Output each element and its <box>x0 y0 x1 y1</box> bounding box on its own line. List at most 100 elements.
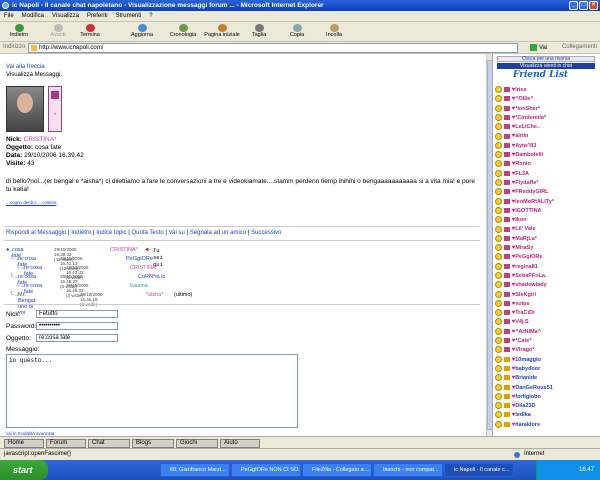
minimize-button[interactable]: _ <box>569 1 578 10</box>
quote-link[interactable]: Quota Testo <box>131 230 163 236</box>
user-list-item[interactable]: ♥FL3A <box>495 169 599 179</box>
user-list-item[interactable]: ♥MiraSy <box>495 244 599 253</box>
user-list-item[interactable]: ♥*IonSher* <box>495 104 599 114</box>
user-list-item[interactable]: ♥IGOTTINA <box>495 206 599 216</box>
smiley-icon <box>495 290 502 298</box>
task-button[interactable]: bianchi - non compat... <box>373 463 443 477</box>
user-list-item[interactable]: ♥Dila23D <box>495 402 599 411</box>
user-list-item[interactable]: ♥Ronin <box>495 160 599 169</box>
user-list-item[interactable]: ♥*Cate* <box>495 337 599 346</box>
user-list-item[interactable]: ♥Bambolelli <box>495 151 599 160</box>
subject-input[interactable] <box>36 334 118 342</box>
home-button[interactable]: Pagina iniziale <box>202 24 242 40</box>
go-button[interactable]: Vai <box>530 43 547 53</box>
menu-favorites[interactable]: Preferiti <box>83 11 112 22</box>
back-link[interactable]: Indietro <box>71 230 91 236</box>
user-name: SebaFFoLa. <box>515 272 547 279</box>
user-list: ♥Iriss ♥^Ollie^ ♥*IonSher* ♥*Cinderella*… <box>495 86 599 430</box>
user-list-item[interactable]: ♥10maggio <box>495 355 599 365</box>
copy-button[interactable]: Copia <box>286 24 308 40</box>
next-link[interactable]: Successivo <box>251 230 281 236</box>
task-button[interactable]: PeGgIORe NON CI SO... <box>231 463 301 477</box>
user-list-item[interactable]: ♥LeLiChe.. <box>495 123 599 132</box>
message-textarea[interactable]: io questo... <box>6 354 298 428</box>
menu-file[interactable]: File <box>0 11 18 22</box>
stop-button[interactable]: Termina <box>78 24 102 40</box>
refresh-button[interactable]: Aggiorna <box>128 24 156 40</box>
back-button[interactable]: Indietro <box>4 24 34 40</box>
user-list-item[interactable]: ♥MaRjLa* <box>495 234 599 244</box>
user-list-item[interactable]: ♥^Ollie^ <box>495 95 599 104</box>
home-icon <box>217 24 227 32</box>
user-list-item[interactable]: ♥DanGeRous51 <box>495 383 599 393</box>
goto-arrow-link[interactable]: Vai alla freccia <box>6 64 45 70</box>
user-list-item[interactable]: ♥leoMoRtALiTy* <box>495 197 599 207</box>
user-list-item[interactable]: ♥Flydaffe* <box>495 179 599 188</box>
user-list-item[interactable]: ♥*Cinderella* <box>495 113 599 123</box>
links-button[interactable]: Collegamenti <box>562 44 597 50</box>
report-link[interactable]: Segnala ad un amico <box>190 230 246 236</box>
smiley-icon <box>495 216 502 224</box>
go-up-link[interactable]: Vai su <box>169 230 185 236</box>
user-list-item[interactable]: ♥forfiglobo <box>495 392 599 402</box>
nick-input[interactable] <box>36 310 118 318</box>
user-list-item[interactable]: ♥PeGgIORe <box>495 253 599 262</box>
user-list-item[interactable]: ♥babydoor <box>495 364 599 374</box>
user-list-item[interactable]: ♥regina81 <box>495 262 599 272</box>
user-list-item[interactable]: ♥alriin <box>495 132 599 141</box>
user-name: Flydaffe* <box>515 179 539 186</box>
user-list-item[interactable]: ♥Ikon <box>495 216 599 225</box>
user-list-item[interactable]: ♥vulps <box>495 299 599 309</box>
system-tray: 16.47 <box>536 460 600 480</box>
tab-forum[interactable]: Forum <box>46 439 86 448</box>
user-name: ledlka <box>515 412 531 419</box>
cut-button[interactable]: Taglia <box>248 24 270 40</box>
close-button[interactable]: × <box>589 1 598 10</box>
tab-games[interactable]: Giochi <box>176 439 218 448</box>
address-input[interactable]: http://www.icnapoli.com/ <box>28 43 518 53</box>
tab-home[interactable]: Home <box>4 439 44 448</box>
smiley-icon <box>495 420 502 428</box>
user-name: DanGeRous51 <box>515 384 553 391</box>
post-author[interactable]: CRISTINA* <box>24 136 57 143</box>
view-users-link[interactable]: Visualizza utenti in chat <box>497 63 595 69</box>
user-list-item[interactable]: ♥Ayta^83 <box>495 141 599 151</box>
tab-chat[interactable]: Chat <box>88 439 130 448</box>
user-list-item[interactable]: ♥V4j.S <box>495 318 599 327</box>
smiley-icon <box>495 179 502 187</box>
user-list-item[interactable]: ♥Lil' Vale <box>495 225 599 234</box>
maximize-button[interactable]: □ <box>579 1 588 10</box>
window-title-bar[interactable]: ic Napoli - Il canale chat napoletano - … <box>0 0 600 11</box>
task-button-active[interactable]: ic Napoli - Il canale c... <box>444 463 514 477</box>
smiley-icon <box>495 151 502 159</box>
user-list-item[interactable]: ♥Vlrago* <box>495 346 599 355</box>
history-button[interactable]: Cronologia <box>168 24 198 40</box>
smiley-icon <box>495 225 502 233</box>
user-list-item[interactable]: ♥^ArNiMa^ <box>495 327 599 337</box>
user-list-item[interactable]: ♥haraklors <box>495 420 599 430</box>
start-button[interactable]: start <box>0 460 48 480</box>
user-list-item[interactable]: ♥SleKgirl <box>495 290 599 300</box>
task-button[interactable]: FileZilla - Collegato a ... <box>302 463 372 477</box>
password-input[interactable] <box>36 322 118 330</box>
user-list-item[interactable]: ♥ledlka <box>495 411 599 420</box>
user-list-item[interactable]: ♥shadowlady <box>495 281 599 290</box>
menu-tools[interactable]: Strumenti <box>112 11 146 22</box>
menu-help[interactable]: ? <box>145 11 156 22</box>
user-list-item[interactable]: ♥Iriss <box>495 86 599 95</box>
user-name: Iriss <box>515 87 527 93</box>
user-list-item[interactable]: ♥FReddyGIRL <box>495 188 599 197</box>
reply-link[interactable]: Rispondi al Messaggio <box>6 230 66 236</box>
tab-help[interactable]: Aiuto <box>220 439 260 448</box>
sidebar-top-link[interactable]: Clicca per una risorsa <box>497 56 595 62</box>
forward-button[interactable]: Avanti <box>44 24 72 40</box>
menu-edit[interactable]: Modifica <box>18 11 48 22</box>
user-list-item[interactable]: ♥TraCiDi <box>495 309 599 318</box>
menu-view[interactable]: Visualizza <box>48 11 83 22</box>
user-list-item[interactable]: ♥Brianide <box>495 374 599 383</box>
tab-blogs[interactable]: Blogs <box>132 439 174 448</box>
topic-index-link[interactable]: Indice topic <box>96 230 126 236</box>
task-button[interactable]: 60. Gianfranco Marzi... <box>160 463 230 477</box>
paste-button[interactable]: Incolla <box>322 24 346 40</box>
user-list-item[interactable]: ♥SebaFFoLa. <box>495 271 599 281</box>
